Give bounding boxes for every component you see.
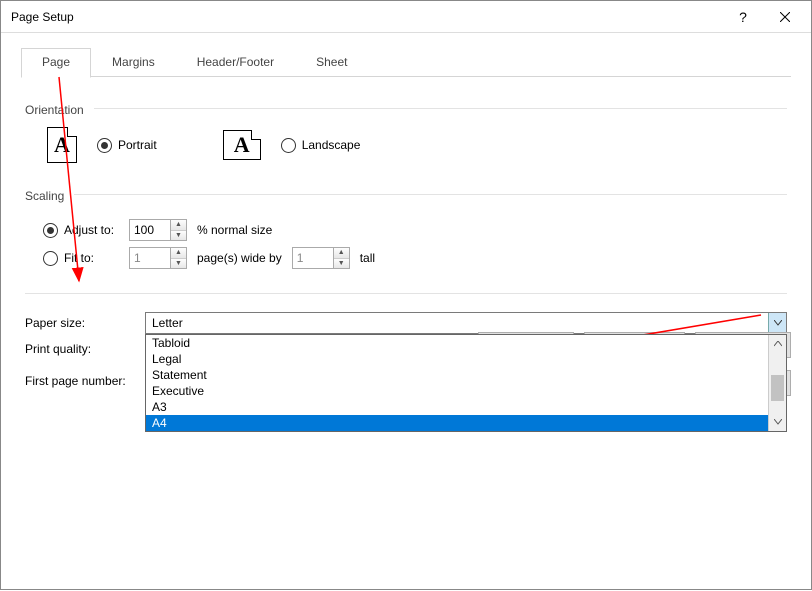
- paper-size-option[interactable]: Executive: [146, 383, 768, 399]
- spinner-buttons[interactable]: ▲▼: [170, 220, 186, 240]
- fit-wide-suffix: page(s) wide by: [197, 251, 282, 265]
- tab-page[interactable]: Page: [21, 48, 91, 78]
- orientation-group-header: Orientation: [25, 95, 787, 121]
- adjust-row: Adjust to: ▲▼ % normal size: [43, 219, 787, 241]
- dropdown-scrollbar[interactable]: [768, 335, 786, 431]
- portrait-page-icon: A: [47, 127, 77, 163]
- portrait-radio[interactable]: Portrait: [97, 138, 157, 153]
- paper-size-option-selected[interactable]: A4: [146, 415, 768, 431]
- portrait-radio-label: Portrait: [118, 138, 157, 152]
- fit-tall-input[interactable]: [293, 248, 333, 268]
- fit-to-label: Fit to:: [64, 251, 94, 265]
- fit-wide-spinner[interactable]: ▲▼: [129, 247, 187, 269]
- orientation-label: Orientation: [25, 103, 84, 117]
- paper-size-row: Paper size: Letter Tabloid Legal: [25, 312, 787, 334]
- scroll-down-icon[interactable]: [769, 413, 786, 431]
- landscape-page-icon: A: [223, 130, 261, 160]
- radio-icon: [43, 223, 58, 238]
- print-quality-label: Print quality:: [25, 342, 135, 356]
- orientation-row: A Portrait A Landscape: [25, 121, 787, 173]
- titlebar: Page Setup ?: [1, 1, 811, 33]
- page-setup-dialog: Page Setup ? Page Margins Header/Footer …: [0, 0, 812, 590]
- first-page-label: First page number:: [25, 374, 126, 388]
- fit-to-radio[interactable]: Fit to:: [43, 251, 119, 266]
- tab-sheet[interactable]: Sheet: [295, 48, 368, 78]
- tab-strip: Page Margins Header/Footer Sheet: [21, 47, 791, 77]
- paper-size-combo[interactable]: Letter Tabloid Legal Statement Executive: [145, 312, 787, 334]
- paper-size-option[interactable]: Tabloid: [146, 335, 768, 351]
- paper-size-option[interactable]: Statement: [146, 367, 768, 383]
- paper-size-value: Letter: [146, 313, 768, 333]
- paper-size-label: Paper size:: [25, 316, 135, 330]
- scaling-block: Adjust to: ▲▼ % normal size Fit to:: [25, 207, 787, 279]
- help-button[interactable]: ?: [723, 3, 763, 31]
- scroll-up-icon[interactable]: [769, 335, 786, 353]
- dialog-body: Page Margins Header/Footer Sheet Orienta…: [1, 33, 811, 410]
- dropdown-button[interactable]: [768, 313, 786, 333]
- paper-size-combobox[interactable]: Letter: [145, 312, 787, 334]
- fit-tall-suffix: tall: [360, 251, 375, 265]
- adjust-to-radio[interactable]: Adjust to:: [43, 223, 119, 238]
- close-button[interactable]: [763, 3, 807, 31]
- fit-wide-input[interactable]: [130, 248, 170, 268]
- title-text: Page Setup: [11, 10, 723, 24]
- paper-size-option[interactable]: A3: [146, 399, 768, 415]
- adjust-to-label: Adjust to:: [64, 223, 114, 237]
- adjust-suffix: % normal size: [197, 223, 272, 237]
- radio-icon: [281, 138, 296, 153]
- paper-size-list: Tabloid Legal Statement Executive A3 A4: [146, 335, 768, 431]
- spinner-buttons[interactable]: ▲▼: [170, 248, 186, 268]
- tab-content: Orientation A Portrait A: [21, 77, 791, 388]
- landscape-radio[interactable]: Landscape: [281, 138, 361, 153]
- tab-margins[interactable]: Margins: [91, 48, 176, 78]
- adjust-value-input[interactable]: [130, 220, 170, 240]
- fit-tall-spinner[interactable]: ▲▼: [292, 247, 350, 269]
- spinner-buttons[interactable]: ▲▼: [333, 248, 349, 268]
- radio-icon: [43, 251, 58, 266]
- fit-row: Fit to: ▲▼ page(s) wide by ▲▼ tall: [43, 247, 787, 269]
- tab-header-footer[interactable]: Header/Footer: [176, 48, 295, 78]
- chevron-down-icon: [774, 320, 782, 326]
- paper-size-option[interactable]: Legal: [146, 351, 768, 367]
- scroll-thumb[interactable]: [771, 375, 784, 401]
- close-icon: [780, 12, 790, 22]
- paper-size-dropdown: Tabloid Legal Statement Executive A3 A4: [145, 334, 787, 432]
- scaling-group-header: Scaling: [25, 181, 787, 207]
- radio-icon: [97, 138, 112, 153]
- landscape-radio-label: Landscape: [302, 138, 361, 152]
- adjust-value-spinner[interactable]: ▲▼: [129, 219, 187, 241]
- fields-block: Paper size: Letter Tabloid Legal: [25, 312, 787, 388]
- scaling-label: Scaling: [25, 189, 64, 203]
